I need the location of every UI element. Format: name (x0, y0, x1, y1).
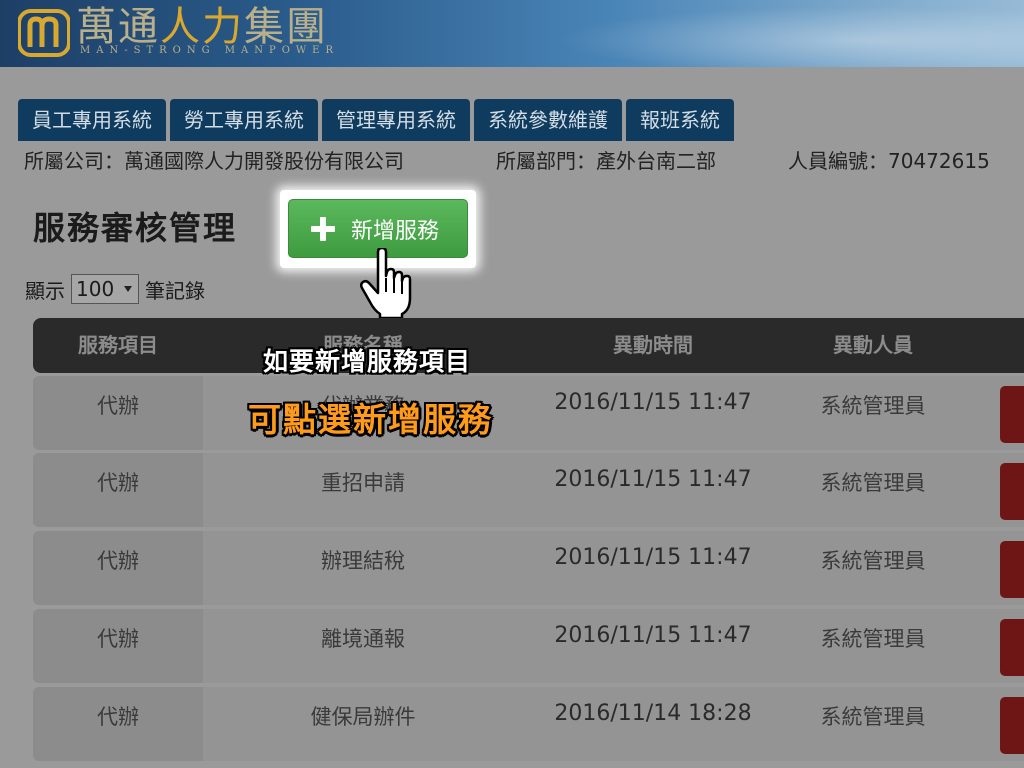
cell-time: 2016/11/14 18:28 (554, 701, 752, 726)
table-row: 代辦 辦理結稅 2016/11/15 11:47 系統管理員 (33, 531, 1024, 605)
cell-user: 系統管理員 (820, 705, 926, 729)
nav-worker-system[interactable]: 勞工專用系統 (170, 99, 318, 141)
logo-subtitle: MAN-STRONG MANPOWER (80, 45, 339, 56)
employee-id-info: 人員編號：70472615 (788, 149, 990, 173)
page-content: 員工專用系統 勞工專用系統 管理專用系統 系統參數維護 報班系統 所屬公司：萬通… (0, 67, 1024, 768)
records-label: 筆記錄 (145, 278, 205, 303)
nav-shift-report[interactable]: 報班系統 (626, 99, 734, 141)
department-info: 所屬部門：產外台南二部 (496, 149, 716, 173)
table-row: 代辦 離境通報 2016/11/15 11:47 系統管理員 (33, 609, 1024, 683)
cell-name: 離境通報 (321, 627, 405, 651)
cell-time: 2016/11/15 11:47 (554, 623, 752, 648)
delete-button[interactable] (1000, 619, 1024, 676)
company-logo-icon (18, 9, 70, 57)
cell-time: 2016/11/15 11:47 (554, 545, 752, 570)
cell-name: 重招申請 (321, 471, 405, 495)
page-size-control: 顯示 100 筆記錄 (25, 274, 205, 304)
cell-item: 代辦 (97, 394, 139, 418)
header-banner: 萬通人力集團 MAN-STRONG MANPOWER (0, 0, 1024, 67)
nav-system-parameters[interactable]: 系統參數維護 (474, 99, 622, 141)
cell-time: 2016/11/15 11:47 (554, 467, 752, 492)
cell-item: 代辦 (97, 627, 139, 651)
delete-button[interactable] (1000, 386, 1024, 443)
cell-user: 系統管理員 (820, 471, 926, 495)
banner-sky (504, 0, 1024, 67)
cell-time: 2016/11/15 11:47 (554, 390, 752, 415)
cell-user: 系統管理員 (820, 394, 926, 418)
table-row: 代辦 重招申請 2016/11/15 11:47 系統管理員 (33, 453, 1024, 527)
nav-admin-system[interactable]: 管理專用系統 (322, 99, 470, 141)
column-header-time[interactable]: 異動時間 (523, 318, 783, 373)
tutorial-caption-line1: 如要新增服務項目 (263, 347, 472, 376)
add-service-label: 新增服務 (351, 218, 440, 244)
cell-user: 系統管理員 (820, 627, 926, 651)
cell-name: 辦理結稅 (321, 549, 405, 573)
page-title: 服務審核管理 (33, 209, 238, 247)
table-row: 代辦 健保局辦件 2016/11/14 18:28 系統管理員 (33, 687, 1024, 761)
cell-user: 系統管理員 (820, 549, 926, 573)
table-header: 服務項目 服務名稱 異動時間 異動人員 (33, 318, 1024, 373)
hand-pointer-icon (360, 248, 412, 318)
plus-icon (311, 216, 335, 241)
page-size-value: 100 (76, 277, 115, 301)
main-nav: 員工專用系統 勞工專用系統 管理專用系統 系統參數維護 報班系統 (18, 99, 734, 141)
tutorial-caption-line2: 可點選新增服務 (248, 400, 493, 439)
cell-item: 代辦 (97, 471, 139, 495)
logo-wordmark: 萬通人力集團 (76, 4, 328, 50)
column-header-item[interactable]: 服務項目 (33, 318, 203, 373)
table-row: 代辦 代辦業務 2016/11/15 11:47 系統管理員 (33, 376, 1024, 450)
delete-button[interactable] (1000, 541, 1024, 598)
delete-button[interactable] (1000, 463, 1024, 520)
cell-item: 代辦 (97, 705, 139, 729)
company-info: 所屬公司：萬通國際人力開發股份有限公司 (24, 149, 404, 173)
chevron-down-icon (124, 286, 132, 292)
show-label: 顯示 (25, 278, 65, 303)
cell-name: 健保局辦件 (310, 705, 416, 729)
nav-employee-system[interactable]: 員工專用系統 (18, 99, 166, 141)
delete-button[interactable] (1000, 697, 1024, 754)
page-size-select[interactable]: 100 (71, 274, 139, 304)
cell-item: 代辦 (97, 549, 139, 573)
column-header-user[interactable]: 異動人員 (773, 318, 973, 373)
